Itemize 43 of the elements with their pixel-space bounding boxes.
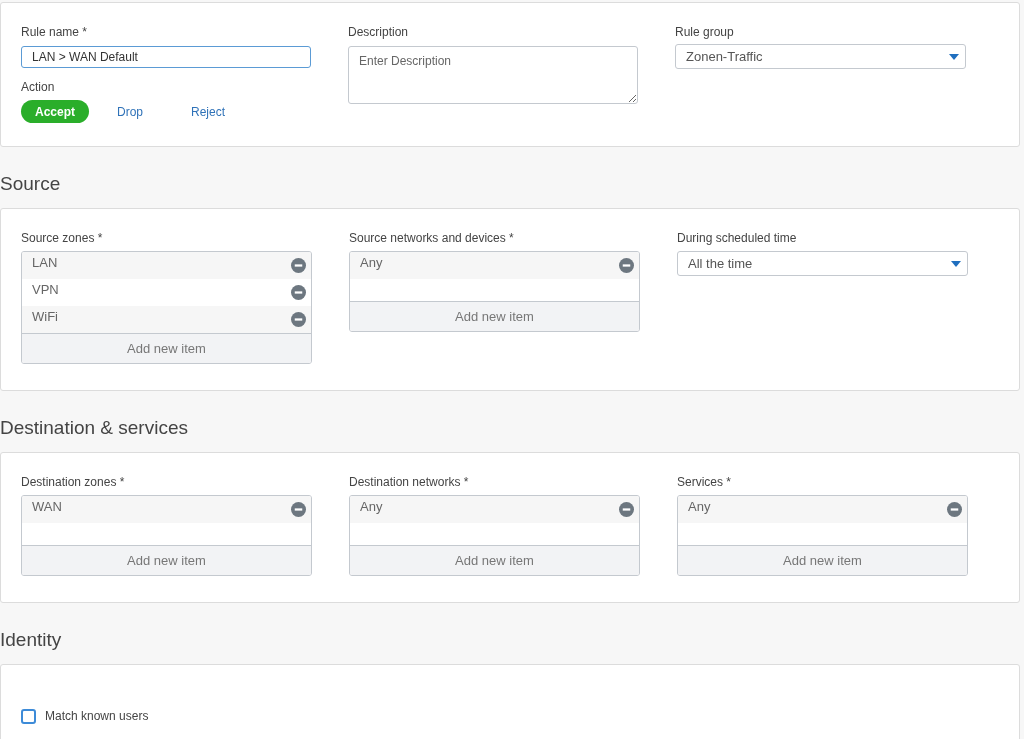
section-heading: Identity <box>0 628 62 652</box>
dropdown-caret-icon <box>951 260 961 267</box>
add-new-item-button[interactable]: Add new item <box>22 545 311 575</box>
list-item: LAN <box>32 254 58 272</box>
remove-icon[interactable] <box>291 502 306 517</box>
dropdown-field[interactable]: All the time <box>677 251 968 276</box>
list-item: Any <box>688 498 711 516</box>
add-new-item-button[interactable]: Add new item <box>678 545 967 575</box>
dropdown-field[interactable]: Zonen-Traffic <box>675 44 966 69</box>
field-label: Destination networks * <box>349 474 470 491</box>
remove-icon[interactable] <box>947 502 962 517</box>
description-textarea[interactable]: Enter Description <box>348 46 638 104</box>
list-item: VPN <box>32 281 59 299</box>
section-heading: Destination & services <box>0 416 188 440</box>
field-label: Destination zones * <box>21 474 126 491</box>
action-toggle[interactable]: Drop <box>97 100 164 123</box>
action-toggle[interactable]: Reject <box>171 100 246 123</box>
add-new-item-button[interactable]: Add new item <box>350 301 639 331</box>
field-label: Source zones * <box>21 230 104 247</box>
checkbox[interactable] <box>21 708 36 724</box>
field-label: Rule group <box>675 24 735 41</box>
list-item: WAN <box>32 498 62 516</box>
remove-icon[interactable] <box>291 258 306 273</box>
dropdown-caret-icon <box>949 53 959 60</box>
field-label: Services * <box>677 474 733 491</box>
add-new-item-button[interactable]: Add new item <box>350 545 639 575</box>
list-item: Any <box>360 498 383 516</box>
remove-icon[interactable] <box>291 285 306 300</box>
checkbox-label: Match known users <box>45 708 149 725</box>
remove-icon[interactable] <box>291 312 306 327</box>
field-label: Rule name * <box>21 24 89 41</box>
list-item: Any <box>360 254 383 272</box>
action-toggle[interactable]: Accept <box>21 100 89 123</box>
remove-icon[interactable] <box>619 502 634 517</box>
field-label: Source networks and devices * <box>349 230 515 247</box>
field-label: Description <box>348 24 410 41</box>
section-heading: Source <box>0 172 61 196</box>
list-item: WiFi <box>32 308 58 326</box>
field-label: During scheduled time <box>677 230 798 247</box>
field-label: Action <box>21 79 56 96</box>
add-new-item-button[interactable]: Add new item <box>22 333 311 363</box>
remove-icon[interactable] <box>619 258 634 273</box>
rule-name-input[interactable]: LAN > WAN Default <box>21 46 311 68</box>
